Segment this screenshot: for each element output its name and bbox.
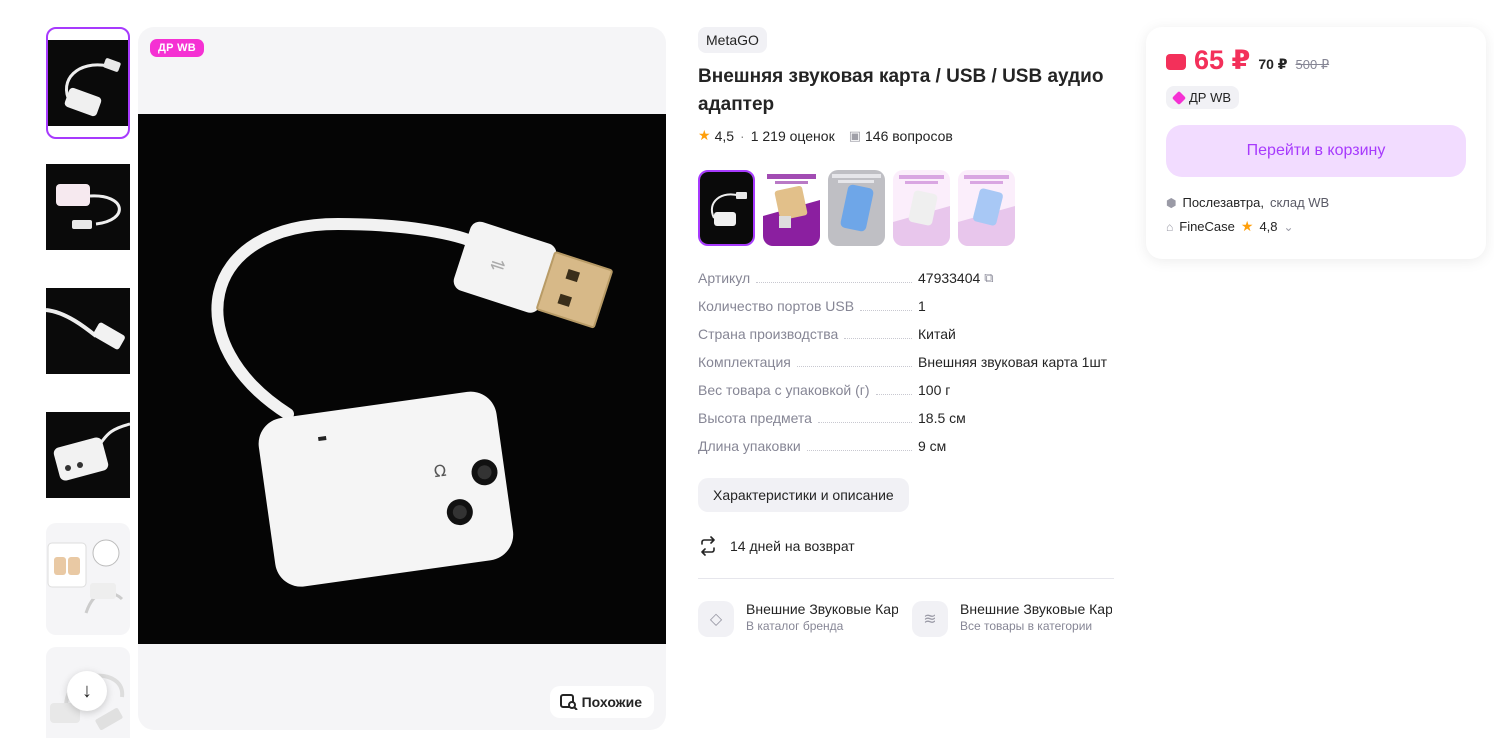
wallet-icon — [1166, 54, 1186, 70]
seller-info[interactable]: ⌂ FineCase ★ 4,8 ⌄ — [1166, 218, 1466, 235]
link-subtitle: В каталог бренда — [746, 619, 844, 633]
link-title: Внешние Звуковые Кар — [960, 601, 1112, 617]
color-variants — [698, 170, 1116, 246]
delivery-date: Послезавтра, — [1182, 195, 1264, 210]
spec-value: 100 г — [918, 382, 951, 398]
seller-rating: 4,8 — [1259, 219, 1278, 234]
spec-row: Длина упаковки 9 см — [698, 438, 1116, 466]
usb-adapter-illustration: ⇌ Ω — [211, 217, 613, 587]
go-to-cart-button[interactable]: Перейти в корзину — [1166, 125, 1466, 177]
variant-image — [763, 170, 820, 246]
return-arrows-icon — [701, 536, 715, 556]
spec-row: Артикул 47933404 ⧉ — [698, 270, 1116, 298]
spec-row: Страна производства Китай — [698, 326, 1116, 354]
spec-value: 18.5 см — [918, 410, 966, 426]
spec-key: Количество портов USB — [698, 298, 855, 314]
gallery-thumbnail[interactable] — [46, 27, 130, 139]
price-row: 65 ₽ 70 ₽ 500 ₽ — [1166, 45, 1466, 76]
promo-badge: ДР WB — [150, 39, 205, 57]
color-variant[interactable] — [893, 170, 950, 246]
arrow-down-icon: ↓ — [82, 679, 92, 702]
tag-icon: ◇ — [698, 601, 734, 637]
variant-image — [828, 170, 885, 246]
spec-value: Китай — [918, 326, 956, 342]
rating-value[interactable]: 4,5 — [715, 128, 734, 144]
thumbnail-strip — [46, 27, 130, 738]
star-icon: ★ — [698, 127, 711, 143]
divider — [698, 578, 1114, 579]
svg-text:Ω: Ω — [433, 461, 448, 482]
questions-link[interactable]: 146 вопросов — [865, 128, 953, 144]
link-subtitle: Все товары в категории — [960, 619, 1093, 633]
brand-catalog-link[interactable]: ◇ Внешние Звуковые Кар В каталог бренда — [698, 601, 898, 637]
spec-key: Страна производства — [698, 326, 839, 342]
product-title: Внешняя звуковая карта / USB / USB аудио… — [698, 66, 1104, 115]
product-thumb-image — [56, 184, 121, 229]
spec-value: 47933404 — [918, 270, 981, 286]
product-thumb-image — [53, 422, 130, 481]
similar-label: Похожие — [581, 694, 642, 710]
spec-row: Высота предмета 18.5 см — [698, 410, 1116, 438]
delivery-info: ⬢ Послезавтра, склад WB — [1166, 195, 1466, 210]
layers-icon: ≋ — [912, 601, 948, 637]
color-variant[interactable] — [958, 170, 1015, 246]
product-info: MetaGO Внешняя звуковая карта / USB / US… — [698, 27, 1116, 637]
brand-link[interactable]: MetaGO — [698, 27, 767, 53]
spec-row: Комплектация Внешняя звуковая карта 1шт — [698, 354, 1116, 382]
spec-row: Количество портов USB 1 — [698, 298, 1116, 326]
spec-key: Длина упаковки — [698, 438, 801, 454]
link-title: Внешние Звуковые Кар — [746, 601, 898, 617]
product-thumb-image — [47, 539, 124, 614]
spec-row: Вес товара с упаковкой (г) 100 г — [698, 382, 1116, 410]
variant-image — [958, 170, 1015, 246]
variant-image — [893, 170, 950, 246]
star-icon: ★ — [1240, 218, 1254, 234]
product-thumb-image — [46, 308, 125, 350]
seller-name: FineCase — [1179, 219, 1235, 234]
category-link[interactable]: ≋ Внешние Звуковые Кар Все товары в кате… — [912, 601, 1112, 637]
color-variant[interactable] — [828, 170, 885, 246]
spec-value: 1 — [918, 298, 926, 314]
color-variant[interactable] — [763, 170, 820, 246]
variant-image — [700, 172, 753, 244]
main-product-image[interactable]: ⇌ Ω ДР WB Похожие — [138, 27, 666, 730]
gallery-thumbnail[interactable] — [46, 151, 130, 263]
characteristics-button[interactable]: Характеристики и описание — [698, 478, 909, 512]
gallery-thumbnail[interactable] — [46, 523, 130, 635]
chevron-down-icon: ⌄ — [1283, 219, 1294, 234]
color-variant[interactable] — [698, 170, 755, 246]
spec-key: Вес товара с упаковкой (г) — [698, 382, 870, 398]
return-policy[interactable]: 14 дней на возврат — [698, 536, 1116, 556]
specs-list: Артикул 47933404 ⧉ Количество портов USB… — [698, 270, 1116, 466]
spec-value: Внешняя звуковая карта 1шт — [918, 354, 1108, 370]
similar-button[interactable]: Похожие — [549, 686, 654, 718]
delivery-warehouse: склад WB — [1269, 195, 1330, 210]
price-old: 500 ₽ — [1295, 57, 1330, 72]
related-links: ◇ Внешние Звуковые Кар В каталог бренда … — [698, 601, 1116, 637]
shop-icon: ⌂ — [1166, 219, 1174, 234]
gallery-thumbnail[interactable] — [46, 399, 130, 511]
promo-chip-label: ДР WB — [1189, 90, 1232, 105]
product-thumb-image — [64, 58, 121, 117]
spec-value: 9 см — [918, 438, 947, 454]
promo-chip[interactable]: ДР WB — [1166, 86, 1240, 109]
gallery-thumbnail[interactable] — [46, 275, 130, 387]
scroll-down-button[interactable]: ↓ — [67, 671, 107, 711]
box-icon: ⬢ — [1166, 195, 1177, 210]
diamond-icon — [1171, 90, 1187, 105]
rating-row: ★ 4,5 · 1 219 оценок ▣ 146 вопросов — [698, 127, 953, 144]
questions-icon: ▣ — [848, 127, 861, 143]
product-photo: ⇌ Ω — [138, 114, 666, 644]
price-current: 65 ₽ — [1194, 45, 1251, 75]
return-label: 14 дней на возврат — [730, 538, 855, 554]
spec-key: Артикул — [698, 270, 751, 286]
price-without-wallet: 70 ₽ — [1258, 56, 1288, 72]
price-card: 65 ₽ 70 ₽ 500 ₽ ДР WB Перейти в корзину … — [1146, 27, 1486, 259]
copy-icon[interactable]: ⧉ — [984, 270, 993, 286]
reviews-link[interactable]: 1 219 оценок — [751, 128, 835, 144]
search-image-icon — [559, 694, 578, 710]
spec-key: Высота предмета — [698, 410, 812, 426]
spec-key: Комплектация — [698, 354, 791, 370]
